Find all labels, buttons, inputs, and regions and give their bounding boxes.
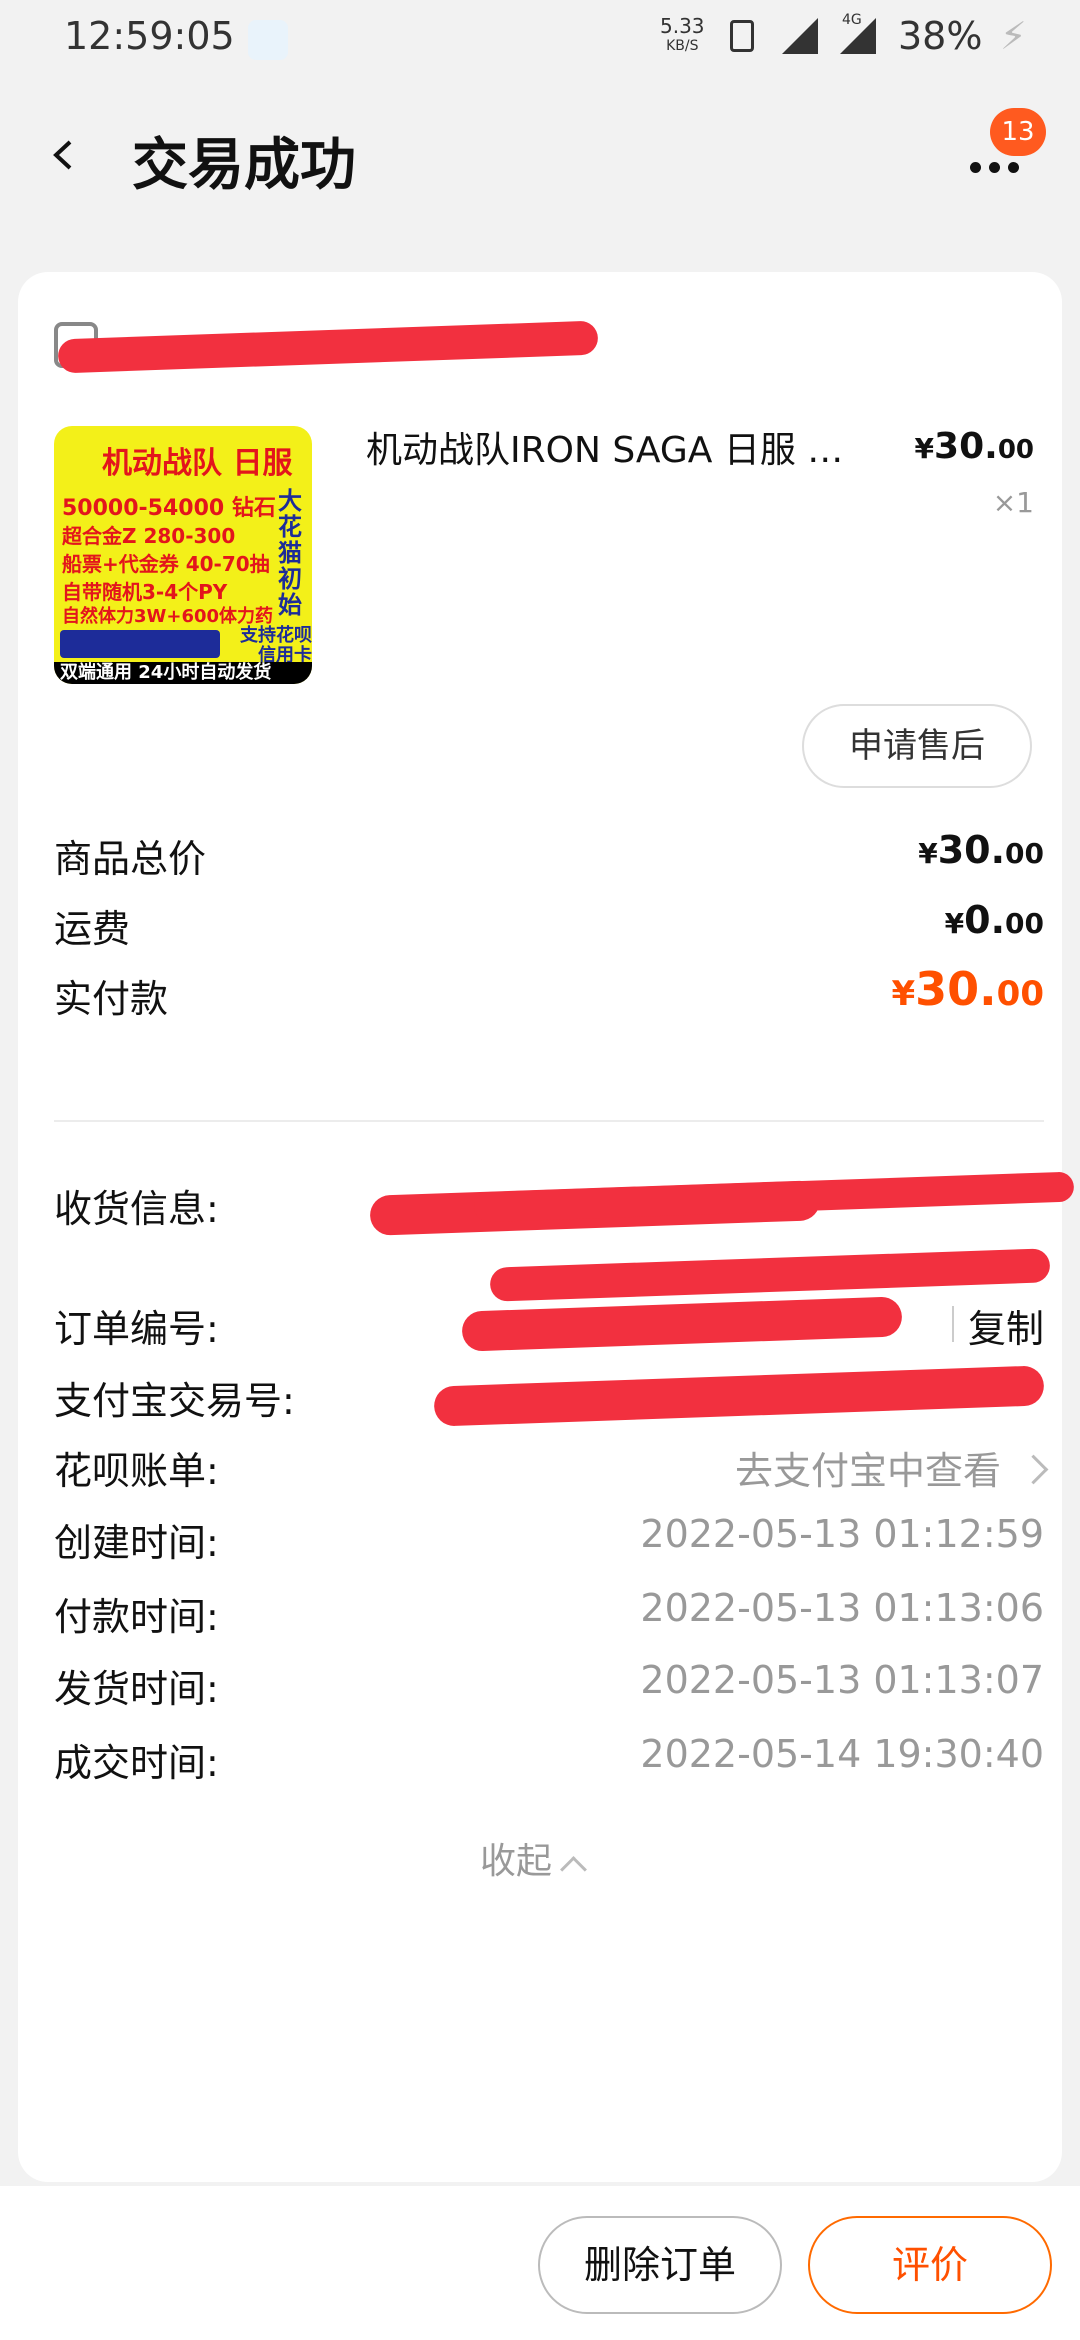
message-count-badge: 13 [990,108,1046,156]
network-speed: 5.33 KB/S [660,16,705,56]
info-label: 付款时间: [54,1595,219,1639]
bottom-action-bar: 删除订单 评价 [0,2186,1080,2340]
huabei-link[interactable]: 去支付宝中查看 [734,1440,1049,1495]
collapse-button[interactable]: 收起 [480,1832,587,1884]
summary-row-shipping: 运费 ¥0.00 [54,898,1044,958]
product-name[interactable]: 机动战队IRON SAGA 日服 … [366,426,926,476]
summary-currency: ¥ [944,907,965,940]
paid-amount: ¥30.00 [892,962,1045,1016]
redaction-mark [433,1365,1045,1427]
shop-row[interactable] [54,316,654,376]
product-thumbnail[interactable]: 机动战队 日服 50000-54000 钻石 超合金Z 280-300 船票+代… [54,426,312,684]
price-currency: ¥ [914,432,935,465]
price-integer: 30. [934,426,998,467]
thumb-line: 50000-54000 钻石 [62,496,276,521]
chevron-up-icon [560,1856,587,1883]
product-item[interactable]: 机动战队 日服 50000-54000 钻石 超合金Z 280-300 船票+代… [54,426,1054,686]
rate-button[interactable]: 评价 [808,2216,1052,2314]
summary-currency: ¥ [918,837,938,870]
order-number-row: 订单编号: 复制 [54,1296,1044,1358]
vibrate-icon [730,20,754,52]
summary-label: 运费 [54,907,131,951]
info-label: 收货信息: [54,1187,219,1231]
info-value: 2022-05-13 01:13:07 [640,1658,1044,1702]
summary-value: ¥0.00 [945,898,1044,942]
battery-level: 38% [898,14,983,58]
game-logo [60,630,220,658]
shipped-time-row: 发货时间: 2022-05-13 01:13:07 [54,1658,1044,1718]
network-speed-unit: KB/S [666,38,699,54]
chevron-right-icon [1018,1454,1049,1485]
info-label: 花呗账单: [54,1449,219,1493]
info-value: 2022-05-14 19:30:40 [640,1732,1044,1776]
summary-value: ¥30.00 [918,828,1044,872]
network-speed-value: 5.33 [660,14,705,38]
order-card: 机动战队 日服 50000-54000 钻石 超合金Z 280-300 船票+代… [18,272,1075,2182]
alipay-trade-number-row: 支付宝交易号: [54,1365,1045,1430]
copy-order-number-button[interactable]: 复制 [968,1298,1044,1353]
closed-time-row: 成交时间: 2022-05-14 19:30:40 [54,1732,1044,1792]
thumb-line: 超合金Z 280-300 [62,524,236,548]
status-time: 12:59:05 [64,14,235,58]
page-header: 交易成功 13 [0,80,1080,250]
summary-integer: 30. [937,828,1006,872]
product-price: ¥30.00 [915,426,1034,467]
redaction-mark [461,1296,903,1352]
paid-time-row: 付款时间: 2022-05-13 01:13:06 [54,1586,1044,1646]
delete-order-button[interactable]: 删除订单 [538,2216,782,2314]
thumb-title: 机动战队 日服 [102,446,293,481]
charging-icon: ⚡ [1000,14,1027,58]
summary-label: 商品总价 [54,837,207,881]
page-title: 交易成功 [132,133,356,198]
thumb-footer: 双端通用 24小时自动发货 [54,662,312,684]
thumb-pay-text: 支持花呗信用卡 [240,625,312,666]
summary-currency: ¥ [891,974,916,1014]
redaction-mark [489,1248,1051,1302]
cloud-app-icon [248,20,288,60]
huabei-bill-row[interactable]: 花呗账单: 去支付宝中查看 [54,1440,1049,1500]
divider [54,1120,1044,1122]
more-menu-icon[interactable] [970,158,1030,178]
summary-label: 实付款 [54,977,169,1021]
apply-aftersale-button[interactable]: 申请售后 [802,704,1032,788]
thumb-side-text: 大花猫初始 [278,487,302,619]
status-bar: 12:59:05 5.33 KB/S 4G 38% ⚡ [0,0,1080,80]
summary-row-paid: 实付款 ¥30.00 [54,962,1044,1028]
summary-integer: 30. [915,962,997,1016]
summary-decimal: 00 [1005,837,1044,870]
info-label: 成交时间: [54,1741,219,1785]
collapse-label: 收起 [480,1841,553,1882]
info-label: 发货时间: [54,1667,219,1711]
info-label: 创建时间: [54,1521,219,1565]
price-decimal: 00 [997,435,1034,465]
info-label: 订单编号: [54,1307,219,1351]
huabei-link-text: 去支付宝中查看 [734,1449,1001,1493]
created-time-row: 创建时间: 2022-05-13 01:12:59 [54,1512,1044,1572]
back-arrow-icon[interactable] [50,140,80,170]
wifi-signal-icon [782,18,818,54]
summary-decimal: 00 [996,974,1044,1014]
redaction-mark [57,320,599,374]
cell-signal-icon [840,18,876,54]
summary-integer: 0. [964,898,1006,942]
info-value: 2022-05-13 01:13:06 [640,1586,1044,1630]
info-value: 2022-05-13 01:12:59 [640,1512,1044,1556]
summary-decimal: 00 [1005,907,1044,940]
thumb-line: 船票+代金券 40-70抽 [62,552,270,576]
summary-row-total: 商品总价 ¥30.00 [54,828,1044,888]
thumb-line: 自带随机3-4个PY [62,580,228,604]
separator [952,1306,954,1342]
receiver-info-row: 收货信息: [54,1171,1075,1308]
info-label: 支付宝交易号: [54,1379,295,1423]
product-quantity: ×1 [992,486,1034,519]
